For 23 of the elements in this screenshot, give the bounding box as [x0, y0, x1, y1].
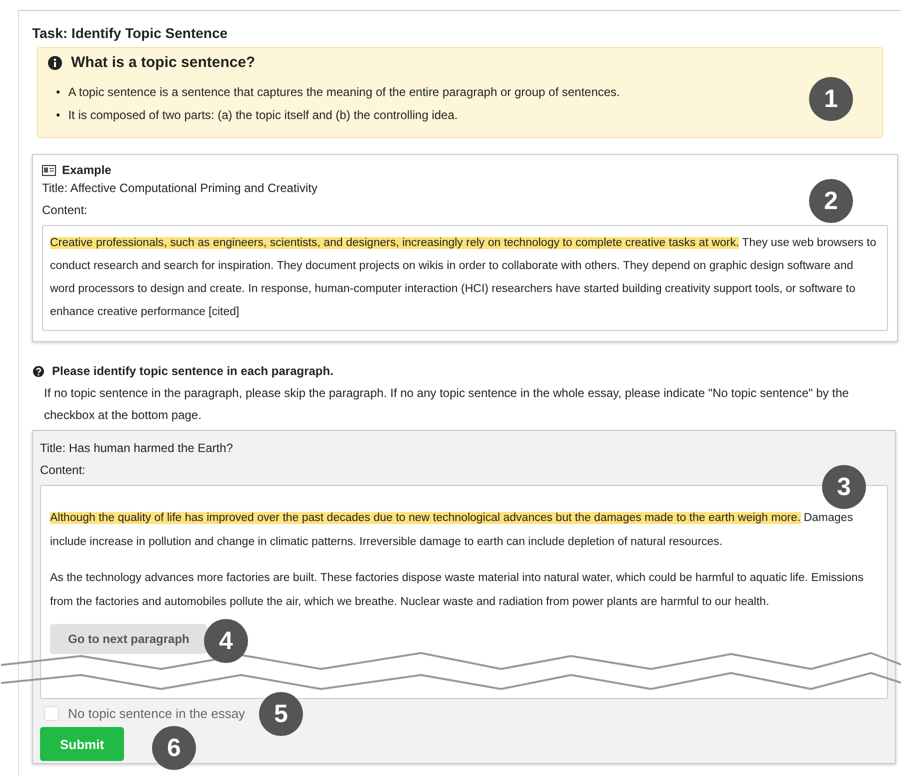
bullet-marker: • [56, 107, 60, 124]
callout-number: 2 [809, 179, 853, 223]
example-title: Title: Affective Computational Priming and Creativity [42, 180, 318, 197]
essay-paragraph: Although the quality of life has improved over the past decades due to new technological advances but the damages made to the earth weigh more. Damages include increase in pollution and change in climatic patterns. Irreversible damage to earth can include depletion of natural resources. [50, 511, 854, 550]
no-topic-checkbox[interactable] [44, 706, 59, 721]
instructions-text: If no topic sentence in the paragraph, please skip the paragraph. If no any topic sentence in the whole essay, please indicate "No topic sentence" by the checkbox at the bottom page. [44, 385, 850, 424]
bullet-marker: • [56, 84, 60, 101]
essay-paragraph: As the technology advances more factories are built. These factories dispose waste material into natural water, which could be harmful to aquatic life. Emissions from the factories and automobiles pollute the air, which we breathe. Nuclear waste and radiation from power plants are harmful to our health. [50, 571, 865, 610]
next-paragraph-button[interactable]: Go to next paragraph [50, 624, 208, 654]
content-label: Content: [40, 462, 86, 479]
id-card-icon [42, 164, 56, 176]
no-topic-label: No topic sentence in the essay [68, 706, 246, 721]
info-bullet-text: It is composed of two parts: (a) the topic itself and (b) the controlling idea. [68, 107, 458, 124]
example-heading: Example [62, 163, 112, 177]
task-title: Task: Identify Topic Sentence [32, 25, 229, 41]
example-paragraph: Creative professionals, such as engineers, scientists, and designers, increasingly rely on technology to complete creative tasks at work. They use web browsers to conduct research and search for inspiration. They document projects on wikis in order to collaborate with others. They depend on graphic design software and word processors to design and create. In response, human-computer interaction (HCI) researchers have started building creativity support tools, or software to enhance creative performance [cited] [50, 236, 878, 320]
info-icon [48, 56, 62, 70]
info-bullet-text: A topic sentence is a sentence that captures the meaning of the entire paragraph or group of sentences. [68, 84, 620, 101]
content-label: Content: [42, 202, 88, 219]
essay-title: Title: Has human harmed the Earth? [40, 440, 233, 457]
help-icon [33, 366, 44, 376]
question-heading: Please identify topic sentence in each paragraph. [52, 364, 334, 378]
info-heading: What is a topic sentence? [71, 54, 256, 71]
